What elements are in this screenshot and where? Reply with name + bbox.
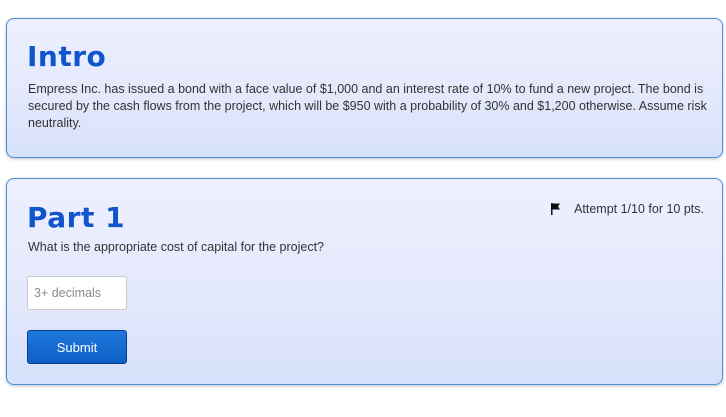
submit-button[interactable]: Submit xyxy=(27,330,127,364)
part1-card: Part 1 Attempt 1/10 for 10 pts. What is … xyxy=(6,178,723,385)
intro-card: Intro Empress Inc. has issued a bond wit… xyxy=(6,18,723,158)
question-text: What is the appropriate cost of capital … xyxy=(28,240,324,254)
intro-title: Intro xyxy=(27,40,107,73)
part1-title: Part 1 xyxy=(27,201,126,234)
attempt-status: Attempt 1/10 for 10 pts. xyxy=(550,202,704,216)
intro-text: Empress Inc. has issued a bond with a fa… xyxy=(28,82,707,130)
attempt-label: Attempt 1/10 for 10 pts. xyxy=(574,202,704,216)
answer-input[interactable] xyxy=(27,276,127,310)
flag-icon xyxy=(550,203,562,215)
